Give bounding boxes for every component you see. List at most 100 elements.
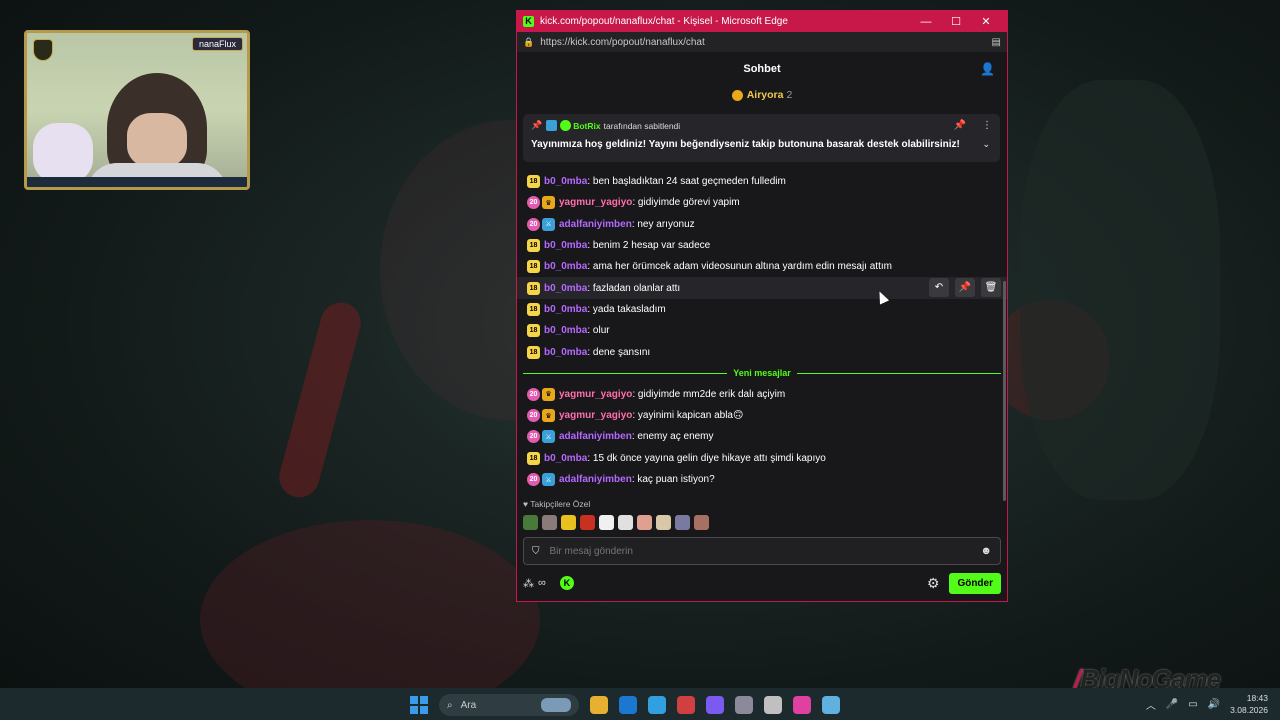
channel-points-icon[interactable]: ⁂	[523, 577, 534, 590]
emote-icon[interactable]	[637, 515, 652, 530]
taskbar-app-icon[interactable]	[822, 696, 840, 714]
background-shape	[1020, 80, 1220, 500]
taskbar: ⌕ Ara ︿ 🎤 ▭ 🔊 18:43 3.08.2026	[0, 688, 1280, 720]
chat-message[interactable]: 18 b0_0mba: fazladan olanlar attı ↶ 📌 🗑	[517, 277, 1007, 299]
kick-coin-icon[interactable]: K	[559, 576, 574, 590]
webcam-frame-bottom	[27, 177, 247, 187]
emote-icon[interactable]	[618, 515, 633, 530]
chat-message[interactable]: 20 ♛ yagmur_yagiyo: gidiyimde mm2de erik d…	[517, 384, 1007, 405]
start-button[interactable]	[410, 696, 428, 714]
search-icon: ⌕	[447, 699, 453, 711]
emote-icon[interactable]	[675, 515, 690, 530]
sword-badge-icon: ⚔	[542, 430, 555, 444]
chat-message[interactable]: 20 ♛ yagmur_yagiyo: yayinimi kapican abla🙃	[517, 405, 1007, 426]
message-username[interactable]: b0_0mba	[544, 283, 587, 294]
emote-icon[interactable]	[599, 515, 614, 530]
message-username[interactable]: b0_0mba	[544, 453, 587, 464]
unpin-icon[interactable]: 📌	[954, 120, 966, 131]
message-username[interactable]: b0_0mba	[544, 325, 587, 336]
pin-icon[interactable]: 📌	[955, 278, 975, 298]
reader-mode-icon[interactable]: ▤	[992, 37, 1001, 48]
clock-date: 3.08.2026	[1230, 705, 1268, 715]
emote-icon[interactable]	[694, 515, 709, 530]
maximize-button[interactable]: ☐	[941, 15, 971, 28]
chat-input-box[interactable]: ⛉ ☻	[523, 537, 1001, 565]
more-options-icon[interactable]: ⋮	[982, 120, 992, 131]
chat-message[interactable]: 18 b0_0mba: dene şansını	[517, 341, 1007, 362]
subscriber-badge-icon: 18	[527, 345, 540, 359]
message-text: : 15 dk önce yayına gelin diye hikaye at…	[587, 452, 826, 464]
chat-message[interactable]: 20 ⚔ adalfaniyimben: enemy aç enemy	[517, 426, 1007, 447]
chevron-down-icon[interactable]: ⌄	[982, 139, 990, 150]
gear-icon[interactable]: ⚙	[927, 575, 940, 592]
taskbar-app-icon[interactable]	[706, 696, 724, 714]
message-username[interactable]: adalfaniyimben	[559, 431, 632, 442]
top-gifter[interactable]: Airyora 2	[517, 86, 1007, 104]
subscriber-badge-icon: 20	[527, 409, 540, 423]
microphone-icon[interactable]: 🎤	[1166, 699, 1178, 710]
minimize-button[interactable]: —	[911, 16, 941, 28]
taskbar-app-icon[interactable]	[735, 696, 753, 714]
verified-badge-icon	[560, 120, 572, 131]
chat-input[interactable]	[549, 545, 981, 557]
message-username[interactable]: yagmur_yagiyo	[559, 197, 632, 208]
close-button[interactable]: ✕	[971, 15, 1001, 28]
message-text: : ama her örümcek adam videosunun altına…	[587, 261, 892, 273]
delete-icon[interactable]: 🗑	[981, 278, 1001, 298]
emote-icon[interactable]	[523, 515, 538, 530]
subscriber-badge-icon: 18	[527, 260, 540, 274]
chat-message[interactable]: 18 b0_0mba: ben başladıktan 24 saat geçme…	[517, 171, 1007, 192]
emote-icon[interactable]	[561, 515, 576, 530]
chat-message[interactable]: 18 b0_0mba: yada takasladım	[517, 299, 1007, 320]
message-username[interactable]: b0_0mba	[544, 261, 587, 272]
taskbar-app-icon[interactable]	[677, 696, 695, 714]
message-username[interactable]: b0_0mba	[544, 347, 587, 358]
clock-time: 18:43	[1246, 693, 1268, 703]
message-username[interactable]: yagmur_yagiyo	[559, 410, 632, 421]
rank-badge-icon	[33, 39, 53, 61]
chevron-up-icon[interactable]: ︿	[1146, 697, 1156, 712]
emoji-icon[interactable]: ☻	[980, 545, 992, 557]
taskbar-app-icon[interactable]	[619, 696, 637, 714]
address-bar[interactable]: 🔒 https://kick.com/popout/nanaflux/chat …	[517, 32, 1007, 52]
message-username[interactable]: adalfaniyimben	[559, 219, 632, 230]
pinned-message: 📌 BotRix tarafından sabitlendi 📌 ⋮ Yayın…	[523, 114, 1000, 162]
taskbar-app-icon[interactable]	[793, 696, 811, 714]
send-button[interactable]: Gönder	[949, 572, 1001, 594]
emote-icon[interactable]	[542, 515, 557, 530]
url-text[interactable]: https://kick.com/popout/nanaflux/chat	[540, 37, 991, 48]
chat-message[interactable]: 20 ⚔ adalfaniyimben: ney arıyonuz	[517, 214, 1007, 235]
pinned-text: Yayınımıza hoş geldiniz! Yayını beğendiy…	[531, 139, 960, 150]
pin-icon: 📌	[531, 120, 543, 130]
user-list-icon[interactable]: 👤	[980, 62, 995, 76]
message-list: 18 b0_0mba: ben başladıktan 24 saat geçme…	[517, 171, 1007, 490]
taskbar-search[interactable]: ⌕ Ara	[439, 694, 579, 716]
scrollbar[interactable]	[1003, 281, 1006, 501]
crown-badge-icon: ♛	[542, 196, 555, 210]
chat-message[interactable]: 18 b0_0mba: 15 dk önce yayına gelin diye …	[517, 448, 1007, 469]
webcam-face	[127, 113, 187, 168]
browser-window: K kick.com/popout/nanaflux/chat - Kişise…	[516, 10, 1008, 602]
network-icon[interactable]: ▭	[1188, 699, 1197, 710]
chat-message[interactable]: 20 ♛ yagmur_yagiyo: gidiyimde görevi yapim	[517, 192, 1007, 213]
chat-message[interactable]: 20 ⚔ adalfaniyimben: kaç puan istiyon?	[517, 469, 1007, 490]
chat-message[interactable]: 18 b0_0mba: olur	[517, 320, 1007, 341]
pinned-by-suffix: tarafından sabitlendi	[603, 120, 681, 131]
reply-icon[interactable]: ↶	[929, 278, 949, 298]
taskbar-app-icon[interactable]	[764, 696, 782, 714]
message-username[interactable]: b0_0mba	[544, 240, 587, 251]
emote-icon[interactable]	[580, 515, 595, 530]
volume-icon[interactable]: 🔊	[1208, 699, 1220, 710]
taskbar-app-icon[interactable]	[648, 696, 666, 714]
chat-message[interactable]: 18 b0_0mba: ama her örümcek adam videosun…	[517, 256, 1007, 277]
pinned-by-user[interactable]: BotRix	[573, 121, 600, 131]
message-username[interactable]: b0_0mba	[544, 304, 587, 315]
emote-icon[interactable]	[656, 515, 671, 530]
subscriber-badge-icon: 18	[527, 324, 540, 338]
chat-message[interactable]: 18 b0_0mba: benim 2 hesap var sadece	[517, 235, 1007, 256]
clock[interactable]: 18:43 3.08.2026	[1230, 692, 1268, 716]
message-username[interactable]: b0_0mba	[544, 176, 587, 187]
taskbar-app-icon[interactable]	[590, 696, 608, 714]
message-username[interactable]: adalfaniyimben	[559, 474, 632, 485]
message-username[interactable]: yagmur_yagiyo	[559, 389, 632, 400]
